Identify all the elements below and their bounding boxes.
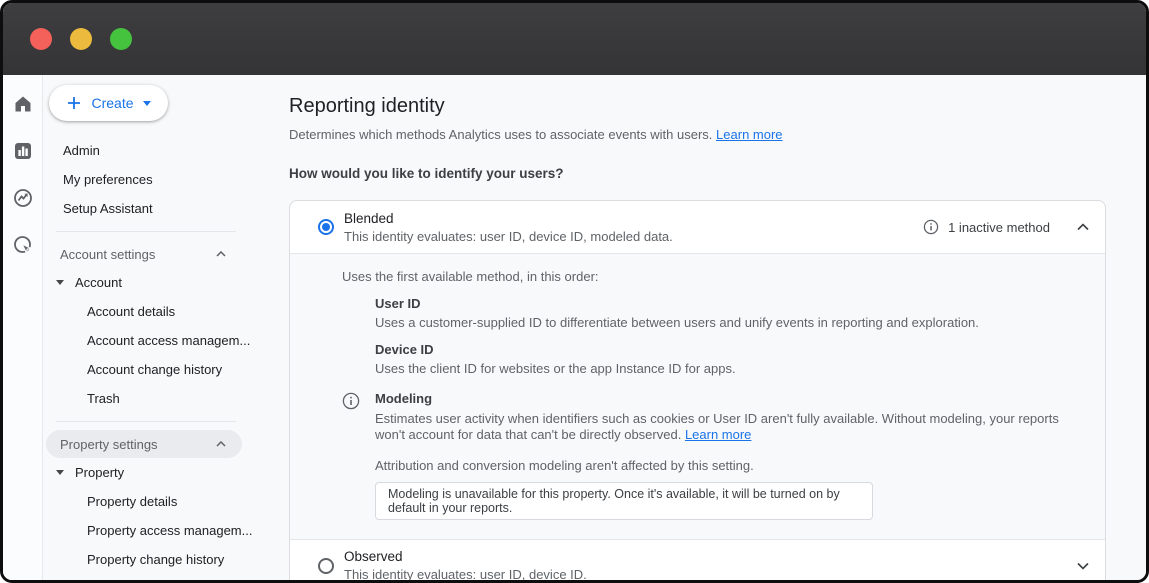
section-property-settings[interactable]: Property settings — [46, 430, 242, 458]
method-modeling-description: Estimates user activity when identifiers… — [375, 411, 1089, 443]
sidebar-item-trash[interactable]: Trash — [43, 384, 273, 413]
sidebar-item-admin[interactable]: Admin — [43, 136, 273, 165]
observed-radio[interactable] — [318, 558, 334, 574]
learn-more-link[interactable]: Learn more — [716, 127, 782, 142]
method-user-id: User ID Uses a customer-supplied ID to d… — [375, 296, 1089, 330]
method-device-id-name: Device ID — [375, 342, 1089, 357]
reports-bar-chart-icon[interactable] — [13, 141, 33, 161]
section-property-settings-label: Property settings — [60, 437, 158, 452]
blended-intro: Uses the first available method, in this… — [342, 269, 1089, 284]
sidebar-divider — [56, 421, 236, 422]
observed-header-right — [1059, 562, 1089, 570]
method-device-id-description: Uses the client ID for websites or the a… — [375, 361, 1089, 376]
page-title: Reporting identity — [289, 95, 1146, 118]
sidebar-item-property[interactable]: Property — [43, 458, 273, 487]
blended-radio[interactable] — [318, 219, 334, 235]
close-window-button[interactable] — [30, 28, 52, 50]
sidebar-item-account-details[interactable]: Account details — [43, 297, 273, 326]
content-area: Create Admin My preferences Setup Assist… — [3, 75, 1146, 580]
admin-sidebar: Create Admin My preferences Setup Assist… — [43, 75, 273, 580]
sidebar-item-property-details[interactable]: Property details — [43, 487, 273, 516]
info-icon — [342, 392, 360, 410]
zoom-window-button[interactable] — [110, 28, 132, 50]
observed-option-sublabel: This identity evaluates: user ID, device… — [344, 567, 587, 582]
sidebar-item-my-preferences[interactable]: My preferences — [43, 165, 273, 194]
create-button[interactable]: Create — [49, 85, 168, 121]
sidebar-item-property-change-history[interactable]: Property change history — [43, 545, 273, 574]
app-window: Create Admin My preferences Setup Assist… — [0, 0, 1149, 583]
chevron-up-icon[interactable] — [1077, 223, 1089, 231]
main-panel: Reporting identity Determines which meth… — [273, 75, 1146, 580]
create-button-label: Create — [91, 95, 133, 111]
method-user-id-description: Uses a customer-supplied ID to different… — [375, 315, 1089, 330]
page-description: Determines which methods Analytics uses … — [289, 127, 1146, 142]
method-modeling-name: Modeling — [375, 391, 1089, 407]
sidebar-item-property-access-management[interactable]: Property access managem... — [43, 516, 273, 545]
modeling-note: Attribution and conversion modeling aren… — [375, 458, 1089, 473]
blended-option-sublabel: This identity evaluates: user ID, device… — [344, 229, 673, 244]
chevron-up-icon — [216, 251, 226, 257]
sidebar-item-property-label: Property — [75, 465, 124, 480]
observed-option-label: Observed — [344, 549, 587, 564]
observed-option-text: Observed This identity evaluates: user I… — [344, 549, 587, 582]
blended-option-header[interactable]: Blended This identity evaluates: user ID… — [290, 201, 1105, 253]
modeling-learn-more-link[interactable]: Learn more — [685, 427, 751, 442]
window-titlebar — [3, 3, 1146, 75]
blended-option-label: Blended — [344, 211, 673, 226]
method-device-id: Device ID Uses the client ID for website… — [375, 342, 1089, 376]
blended-option-text: Blended This identity evaluates: user ID… — [344, 211, 673, 244]
method-user-id-name: User ID — [375, 296, 1089, 311]
section-account-settings[interactable]: Account settings — [46, 240, 242, 268]
reporting-identity-card: Blended This identity evaluates: user ID… — [289, 200, 1106, 583]
page-description-text: Determines which methods Analytics uses … — [289, 127, 712, 142]
chevron-down-icon — [143, 101, 151, 106]
sidebar-item-account[interactable]: Account — [43, 268, 273, 297]
nav-rail — [3, 75, 43, 580]
home-icon[interactable] — [13, 94, 33, 114]
sidebar-item-scheduled-emails[interactable]: Scheduled emails — [43, 574, 273, 583]
chevron-down-icon[interactable] — [1077, 562, 1089, 570]
minimize-window-button[interactable] — [70, 28, 92, 50]
section-account-settings-label: Account settings — [60, 247, 155, 262]
sidebar-item-account-change-history[interactable]: Account change history — [43, 355, 273, 384]
explore-icon[interactable] — [13, 188, 33, 208]
expander-triangle-icon — [56, 470, 64, 475]
sidebar-nav: Admin My preferences Setup Assistant Acc… — [43, 136, 273, 583]
sidebar-item-account-label: Account — [75, 275, 122, 290]
info-icon — [923, 219, 939, 235]
chevron-up-icon — [216, 441, 226, 447]
advertising-icon[interactable] — [13, 235, 33, 255]
plus-icon — [66, 95, 82, 111]
blended-header-right: 1 inactive method — [923, 219, 1089, 235]
sidebar-divider — [56, 231, 236, 232]
sidebar-item-account-access-management[interactable]: Account access managem... — [43, 326, 273, 355]
identity-question: How would you like to identify your user… — [289, 166, 1146, 181]
expander-triangle-icon — [56, 280, 64, 285]
sidebar-item-setup-assistant[interactable]: Setup Assistant — [43, 194, 273, 223]
inactive-method-badge: 1 inactive method — [948, 220, 1050, 235]
blended-option-body: Uses the first available method, in this… — [290, 253, 1105, 540]
observed-option-header[interactable]: Observed This identity evaluates: user I… — [290, 540, 1105, 583]
method-modeling: Modeling Estimates user activity when id… — [342, 391, 1089, 443]
modeling-status-box: Modeling is unavailable for this propert… — [375, 482, 873, 520]
method-modeling-text: Modeling Estimates user activity when id… — [375, 391, 1089, 443]
